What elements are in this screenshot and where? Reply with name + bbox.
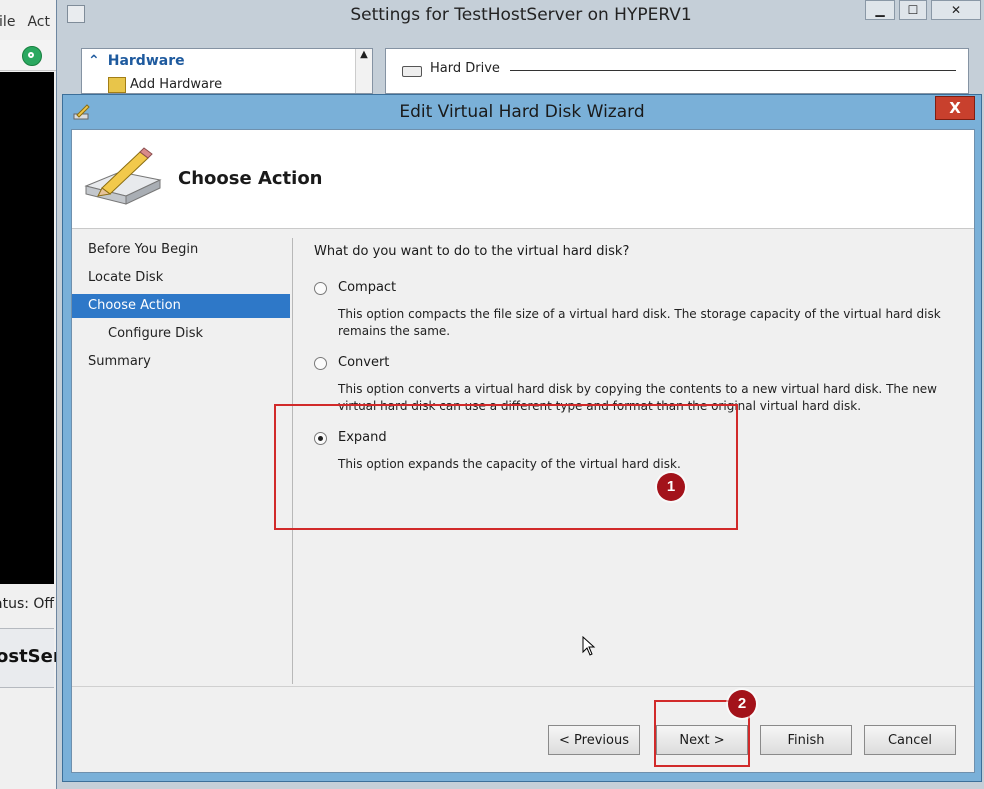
disk-edit-icon [84,147,162,205]
page-title: Choose Action [178,168,323,189]
step-choose-action[interactable]: Choose Action [72,294,290,318]
wizard-titlebar[interactable]: Edit Virtual Hard Disk Wizard X [63,95,981,129]
background-menu-bar: File Act [0,14,62,30]
maximize-button[interactable]: ☐ [899,0,927,20]
menu-item-file[interactable]: File [0,14,15,30]
background-status-text: atus: Off [0,596,55,612]
add-hardware-icon [108,77,126,93]
step-before-you-begin[interactable]: Before You Begin [72,238,290,262]
compact-description: This option compacts the file size of a … [338,307,941,338]
expand-highlight-box [274,404,738,530]
wizard-footer: < Previous Next > Finish Cancel [72,686,974,787]
settings-close-button[interactable]: ✕ [931,0,981,20]
hard-drive-pane: Hard Drive [385,48,969,94]
hardware-header[interactable]: ⌃ Hardware [88,53,185,69]
compact-radio[interactable] [314,282,327,295]
wizard-title: Edit Virtual Hard Disk Wizard [399,102,645,122]
hardware-header-label: Hardware [107,53,185,69]
step-badge-2: 2 [728,690,756,718]
convert-radio[interactable] [314,357,327,370]
settings-window-title: Settings for TestHostServer on HYPERV1 [350,5,692,25]
hard-drive-label: Hard Drive [430,61,500,76]
previous-button[interactable]: < Previous [548,725,640,755]
section-divider [510,70,956,71]
mouse-cursor-icon [582,636,596,656]
compact-label[interactable]: Compact [338,280,396,295]
finish-button[interactable]: Finish [760,725,852,755]
wizard-steps: Before You Begin Locate Disk Choose Acti… [72,228,292,686]
vm-preview [0,72,54,584]
start-icon[interactable] [22,46,42,66]
minimize-button[interactable]: ▁ [865,0,895,20]
wizard-close-button[interactable]: X [935,96,975,120]
hardware-tree[interactable]: ⌃ Hardware Add Hardware ▲ [81,48,373,94]
background-app-pane: File Act atus: Off ostSer [0,0,62,789]
background-host-name: ostSer [0,646,62,667]
step-configure-disk[interactable]: Configure Disk [72,322,290,346]
action-question: What do you want to do to the virtual ha… [314,244,630,259]
convert-label[interactable]: Convert [338,355,389,370]
wizard-header: Choose Action [72,130,974,229]
step-summary[interactable]: Summary [72,350,290,374]
cancel-button[interactable]: Cancel [864,725,956,755]
step-badge-1: 1 [657,473,685,501]
tree-scroll-up[interactable]: ▲ [355,49,372,93]
menu-item-action[interactable]: Act [27,14,50,30]
add-hardware-item[interactable]: Add Hardware [130,77,222,92]
collapse-icon: ⌃ [88,53,100,69]
hard-drive-icon [402,66,422,77]
step-locate-disk[interactable]: Locate Disk [72,266,290,290]
